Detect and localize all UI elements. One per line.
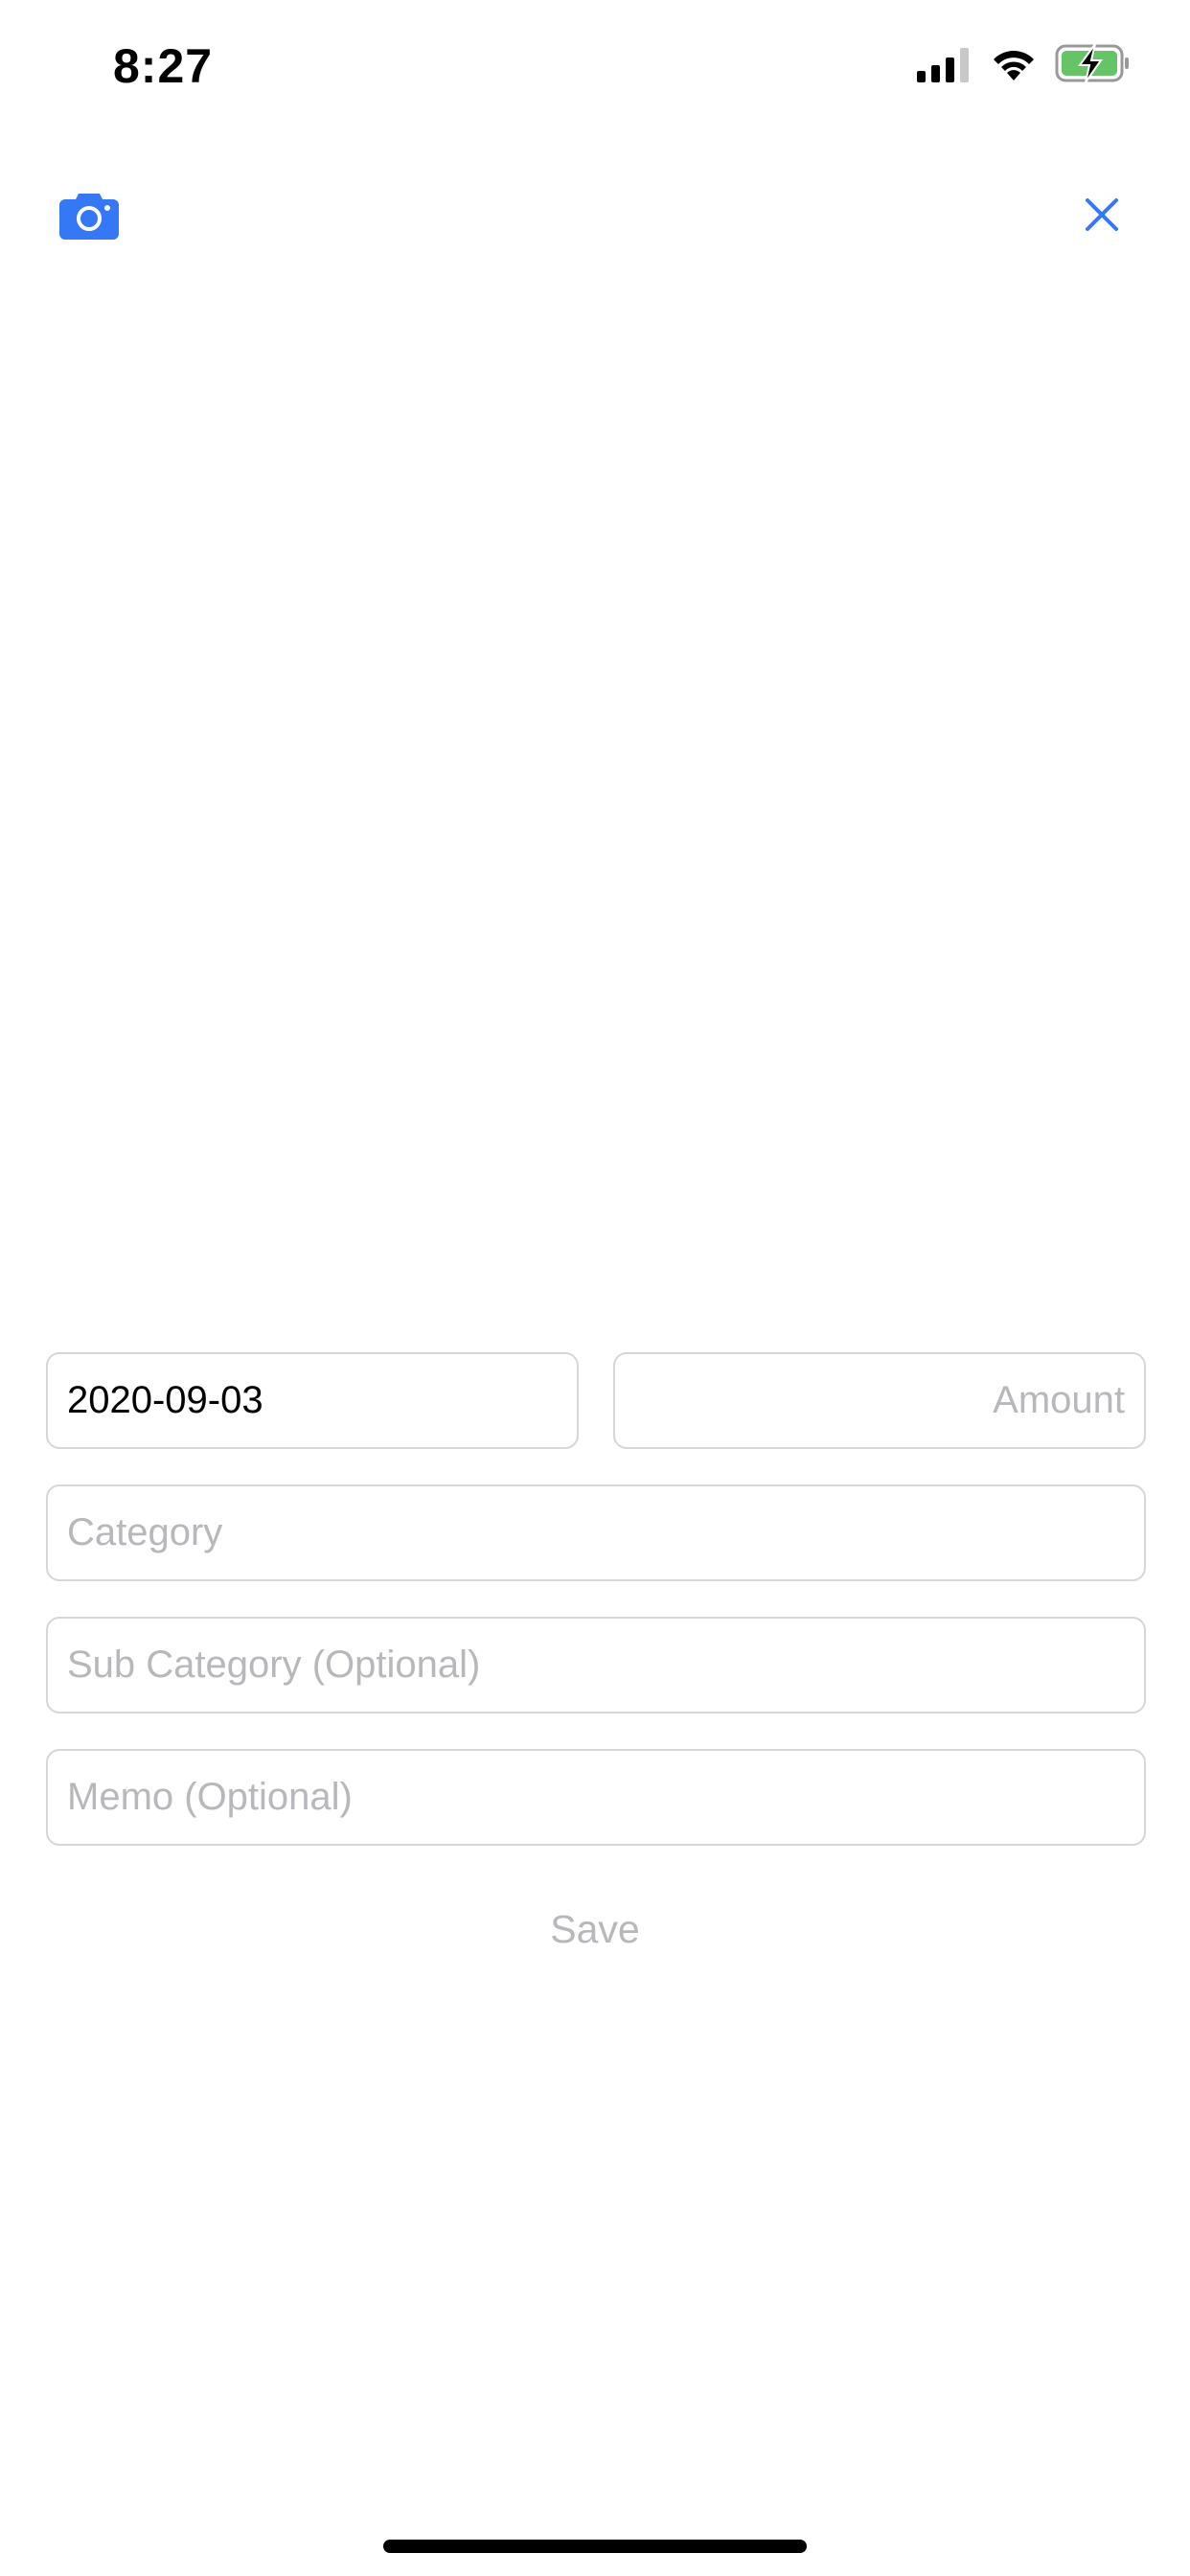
amount-field[interactable]: Amount	[613, 1352, 1146, 1449]
cellular-signal-icon	[917, 48, 969, 82]
camera-icon[interactable]	[59, 192, 119, 240]
battery-charging-icon	[1055, 44, 1129, 82]
date-field[interactable]: 2020-09-03	[46, 1352, 579, 1449]
close-icon[interactable]	[1085, 197, 1119, 232]
memo-field[interactable]: Memo (Optional)	[46, 1749, 1146, 1846]
home-indicator[interactable]	[383, 2540, 807, 2553]
category-field[interactable]: Category	[46, 1484, 1146, 1581]
date-value: 2020-09-03	[67, 1379, 263, 1421]
sub-category-field[interactable]: Sub Category (Optional)	[46, 1617, 1146, 1714]
category-placeholder: Category	[67, 1511, 223, 1553]
save-button[interactable]: Save	[0, 1907, 1190, 1952]
amount-placeholder: Amount	[993, 1379, 1125, 1421]
memo-placeholder: Memo (Optional)	[67, 1776, 353, 1818]
wifi-icon	[994, 51, 1034, 80]
sub-category-placeholder: Sub Category (Optional)	[67, 1644, 481, 1686]
status-time: 8:27	[113, 39, 214, 93]
